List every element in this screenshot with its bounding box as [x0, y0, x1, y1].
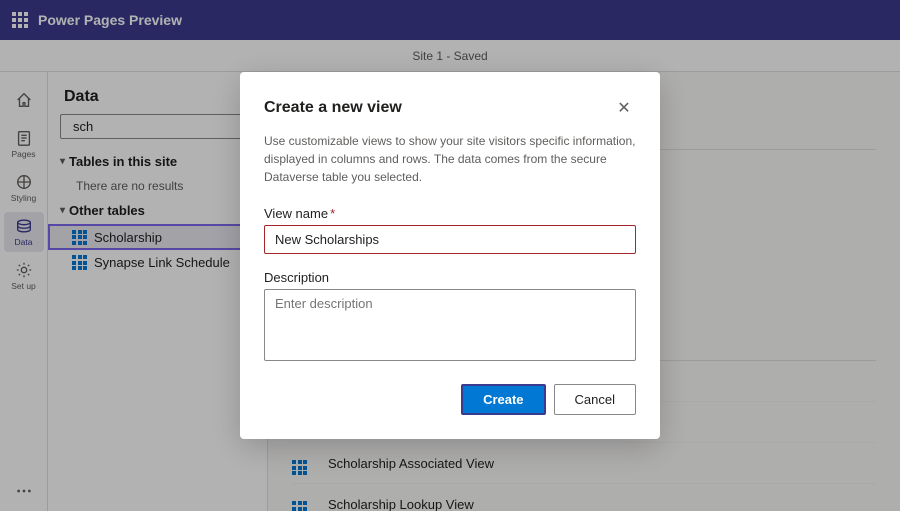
description-label: Description: [264, 270, 636, 285]
dialog-close-button[interactable]: ✕: [612, 96, 636, 120]
dialog-actions: Create Cancel: [264, 384, 636, 415]
create-button[interactable]: Create: [461, 384, 545, 415]
view-name-label: View name*: [264, 206, 636, 221]
description-input[interactable]: [264, 289, 636, 361]
view-name-input[interactable]: [264, 225, 636, 254]
dialog-title: Create a new view: [264, 99, 402, 117]
dialog-overlay: Create a new view ✕ Use customizable vie…: [0, 0, 900, 511]
create-view-dialog: Create a new view ✕ Use customizable vie…: [240, 72, 660, 439]
dialog-description: Use customizable views to show your site…: [264, 132, 636, 186]
required-indicator: *: [330, 206, 335, 221]
dialog-header: Create a new view ✕: [264, 96, 636, 120]
cancel-button[interactable]: Cancel: [554, 384, 636, 415]
